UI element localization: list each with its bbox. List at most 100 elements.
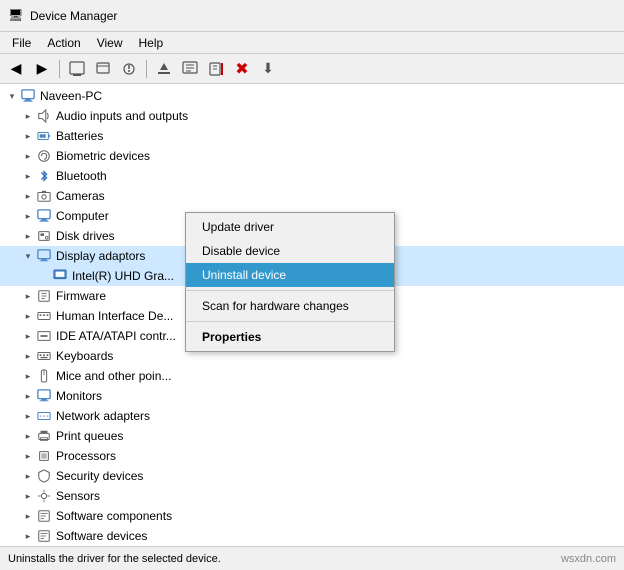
menu-item-action[interactable]: Action [39,34,88,52]
title-text: Device Manager [30,9,117,23]
tb-btn-6[interactable] [204,58,228,80]
expand-icon[interactable]: ▸ [20,388,36,404]
expand-icon[interactable]: ▸ [20,288,36,304]
tree-item[interactable]: ▸ Monitors [0,386,624,406]
context-menu-item-uninstall-device[interactable]: Uninstall device [186,263,394,287]
tree-item[interactable]: ▸Biometric devices [0,146,624,166]
item-icon [36,108,52,124]
tree-item[interactable]: ▸ Mice and other poin... [0,366,624,386]
expand-icon[interactable]: ▸ [20,508,36,524]
item-label: Print queues [56,429,123,443]
item-label: Monitors [56,389,102,403]
tree-item[interactable]: ▸ Security devices [0,466,624,486]
item-label: Audio inputs and outputs [56,109,188,123]
main-content: ▾ Naveen-PC ▸ Audio inputs and outputs ▸ Ba… [0,84,624,546]
expand-icon[interactable]: ▸ [20,408,36,424]
expand-icon[interactable]: ▸ [20,168,36,184]
tree-item[interactable]: ▸ Batteries [0,126,624,146]
expand-icon[interactable]: ▸ [20,468,36,484]
tb-btn-5[interactable] [178,58,202,80]
status-text: Uninstalls the driver for the selected d… [8,553,221,565]
menu-item-view[interactable]: View [89,34,131,52]
item-label: Security devices [56,469,143,483]
item-label: Mice and other poin... [56,369,171,383]
item-label: Software devices [56,529,147,543]
tree-item[interactable]: ▸ Software components [0,506,624,526]
item-icon [36,288,52,304]
tree-item[interactable]: ▸Network adapters [0,406,624,426]
item-icon [36,428,52,444]
item-icon [36,488,52,504]
item-icon [36,208,52,224]
expand-icon[interactable]: ▸ [20,188,36,204]
expand-icon[interactable]: ▸ [20,208,36,224]
brand-text: wsxdn.com [561,553,616,565]
item-label: Software components [56,509,172,523]
tree-item[interactable]: ▸ Audio inputs and outputs [0,106,624,126]
expand-icon[interactable]: ▸ [20,528,36,544]
context-menu-separator [186,290,394,291]
separator-2 [146,60,147,78]
context-menu-item-update-driver[interactable]: Update driver [186,215,394,239]
item-label: Batteries [56,129,103,143]
tree-item[interactable]: ▸ Print queues [0,426,624,446]
item-icon [36,468,52,484]
expand-icon[interactable] [36,268,52,284]
expand-icon[interactable]: ▸ [20,148,36,164]
expand-icon[interactable]: ▸ [20,368,36,384]
expand-icon[interactable]: ▸ [20,348,36,364]
scan-button[interactable]: ⬇ [256,58,280,80]
expand-icon[interactable]: ▸ [20,488,36,504]
tb-btn-1[interactable] [65,58,89,80]
expand-icon[interactable]: ▸ [20,428,36,444]
context-menu-item-scan-for-hardware-changes[interactable]: Scan for hardware changes [186,294,394,318]
tb-btn-4[interactable] [152,58,176,80]
forward-button[interactable]: ▶ [30,58,54,80]
expand-icon[interactable]: ▾ [20,248,36,264]
menu-item-help[interactable]: Help [131,34,172,52]
item-icon [36,388,52,404]
context-menu-separator [186,321,394,322]
item-icon [36,248,52,264]
item-label: IDE ATA/ATAPI contr... [56,329,176,343]
expand-icon[interactable]: ▸ [20,448,36,464]
tree-item[interactable]: ▸ Sensors [0,486,624,506]
menu-item-file[interactable]: File [4,34,39,52]
tb-btn-2[interactable] [91,58,115,80]
tree-item[interactable]: ▸Cameras [0,186,624,206]
expand-icon[interactable]: ▸ [20,328,36,344]
tb-btn-3[interactable] [117,58,141,80]
context-menu-item-disable-device[interactable]: Disable device [186,239,394,263]
item-label: Human Interface De... [56,309,173,323]
item-icon [36,368,52,384]
item-icon [36,168,52,184]
tree-root[interactable]: ▾ Naveen-PC [0,86,624,106]
item-icon [36,308,52,324]
tree-item[interactable]: ▸Bluetooth [0,166,624,186]
expand-icon[interactable]: ▸ [20,108,36,124]
context-menu-item-properties[interactable]: Properties [186,325,394,349]
expand-icon[interactable]: ▸ [20,308,36,324]
tree-item[interactable]: ▸ Processors [0,446,624,466]
expand-icon[interactable]: ▸ [20,128,36,144]
item-label: Sensors [56,489,100,503]
tree-item[interactable]: ▸ Software devices [0,526,624,546]
item-icon [52,268,68,284]
item-label: Display adaptors [56,249,145,263]
expand-icon[interactable]: ▸ [20,228,36,244]
item-icon [36,508,52,524]
item-icon [36,408,52,424]
separator-1 [59,60,60,78]
uninstall-button[interactable]: ✖ [230,58,254,80]
item-icon [36,528,52,544]
item-label: Processors [56,449,116,463]
status-bar: Uninstalls the driver for the selected d… [0,546,624,570]
item-icon [36,348,52,364]
item-icon [36,328,52,344]
root-label: Naveen-PC [40,89,102,103]
expand-root[interactable]: ▾ [4,88,20,104]
back-button[interactable]: ◀ [4,58,28,80]
app-icon: 🖥 [8,8,24,24]
item-label: Disk drives [56,229,115,243]
item-icon [36,148,52,164]
